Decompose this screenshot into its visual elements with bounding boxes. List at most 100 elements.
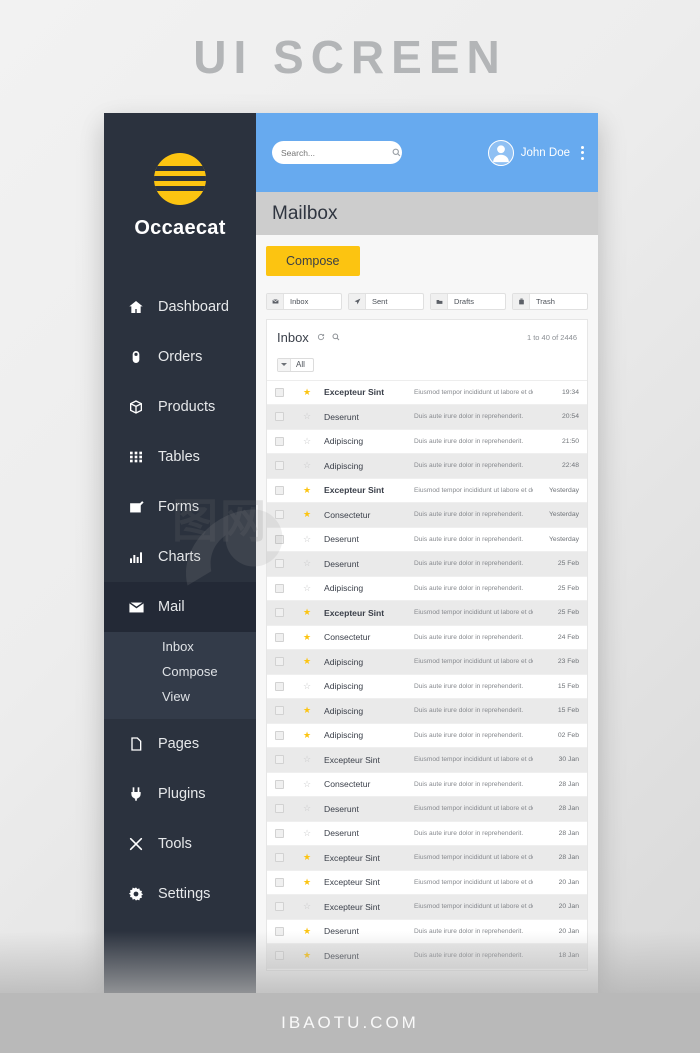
table-row[interactable]: ☆ Deserunt Duis aute irure dolor in repreh… — [267, 821, 587, 846]
row-checkbox[interactable] — [275, 510, 284, 520]
row-checkbox[interactable] — [275, 951, 284, 961]
table-row[interactable]: ☆ Adipiscing Duis aute irure dolor in repr… — [267, 674, 587, 699]
table-row[interactable]: ★Excepteur SintEiusmod tempor incididunt… — [267, 870, 587, 895]
tab-sent[interactable]: Sent — [348, 293, 424, 310]
sidebar-item-tools[interactable]: Tools — [104, 819, 256, 869]
table-row[interactable]: ☆ Deserunt Eiusmod tempor incididunt ut la… — [267, 797, 587, 822]
star-icon[interactable]: ★ — [296, 926, 318, 937]
sidebar-item-settings[interactable]: Settings — [104, 869, 256, 919]
star-icon[interactable]: ★ — [296, 607, 318, 618]
star-icon[interactable]: ★ — [296, 656, 318, 667]
star-icon[interactable]: ☆ — [296, 803, 318, 814]
star-icon[interactable]: ☆ — [296, 754, 318, 765]
table-row[interactable]: ☆ Deserunt Duis aute irure dolor in repreh… — [267, 527, 587, 552]
row-checkbox[interactable] — [275, 853, 284, 863]
star-icon[interactable]: ☆ — [296, 583, 318, 594]
table-row[interactable]: ★Excepteur SintEiusmod tempor incididunt… — [267, 968, 587, 970]
star-icon[interactable]: ★ — [296, 705, 318, 716]
row-checkbox[interactable] — [275, 730, 284, 740]
row-checkbox[interactable] — [275, 632, 284, 642]
star-icon[interactable]: ☆ — [296, 534, 318, 545]
star-icon[interactable]: ☆ — [296, 901, 318, 912]
table-row[interactable]: ☆ Adipiscing Duis aute irure dolor in repr… — [267, 576, 587, 601]
table-row[interactable]: ★ Consectetur Duis aute irure dolor in rep… — [267, 503, 587, 528]
row-checkbox[interactable] — [275, 461, 284, 471]
avatar[interactable] — [487, 139, 514, 166]
star-icon[interactable]: ★ — [296, 485, 318, 496]
submenu-item-inbox[interactable]: Inbox — [104, 634, 256, 659]
filter-all-dropdown[interactable]: All — [277, 357, 314, 372]
star-icon[interactable]: ★ — [296, 387, 318, 398]
row-checkbox[interactable] — [275, 608, 284, 618]
refresh-icon[interactable] — [317, 328, 325, 346]
row-checkbox[interactable] — [275, 436, 284, 446]
table-row[interactable]: ★Excepteur SintEiusmod tempor incididunt… — [267, 478, 587, 503]
star-icon[interactable]: ☆ — [296, 411, 318, 422]
search-icon[interactable] — [332, 328, 340, 346]
star-icon[interactable]: ☆ — [296, 460, 318, 471]
star-icon[interactable]: ★ — [296, 950, 318, 961]
star-icon[interactable]: ★ — [296, 730, 318, 741]
table-row[interactable]: ★ Adipiscing Duis aute irure dolor in repr… — [267, 723, 587, 748]
star-icon[interactable]: ☆ — [296, 558, 318, 569]
table-row[interactable]: ☆ Adipiscing Duis aute irure dolor in repr… — [267, 454, 587, 479]
sidebar-item-tables[interactable]: Tables — [104, 432, 256, 482]
table-row[interactable]: ★ Consectetur Duis aute irure dolor in rep… — [267, 625, 587, 650]
row-checkbox[interactable] — [275, 828, 284, 838]
sidebar-item-products[interactable]: Products — [104, 382, 256, 432]
table-row[interactable]: ☆ Deserunt Duis aute irure dolor in repreh… — [267, 552, 587, 577]
row-checkbox[interactable] — [275, 755, 284, 765]
star-icon[interactable]: ★ — [296, 852, 318, 863]
table-row[interactable]: ★ Adipiscing Duis aute irure dolor in repr… — [267, 699, 587, 724]
compose-button[interactable]: Compose — [266, 246, 360, 276]
table-row[interactable]: ★ Adipiscing Eiusmod tempor incididunt ut … — [267, 650, 587, 675]
star-icon[interactable]: ☆ — [296, 436, 318, 447]
submenu-item-view[interactable]: View — [104, 684, 256, 709]
sidebar-item-dashboard[interactable]: Dashboard — [104, 282, 256, 332]
table-row[interactable]: ★Excepteur SintEiusmod tempor incididunt… — [267, 846, 587, 871]
row-checkbox[interactable] — [275, 657, 284, 667]
sidebar-item-forms[interactable]: Forms — [104, 482, 256, 532]
table-row[interactable]: ★ Deserunt Duis aute irure dolor in repreh… — [267, 919, 587, 944]
row-checkbox[interactable] — [275, 583, 284, 593]
row-checkbox[interactable] — [275, 412, 284, 422]
sidebar-item-plugins[interactable]: Plugins — [104, 769, 256, 819]
star-icon[interactable]: ★ — [296, 877, 318, 888]
row-checkbox[interactable] — [275, 926, 284, 936]
row-checkbox[interactable] — [275, 902, 284, 912]
star-icon[interactable]: ★ — [296, 509, 318, 520]
sidebar-item-orders[interactable]: Orders — [104, 332, 256, 382]
sidebar-item-mail[interactable]: Mail — [104, 582, 256, 632]
sidebar-item-charts[interactable]: Charts — [104, 532, 256, 582]
search-input[interactable] — [281, 147, 392, 158]
submenu-item-compose[interactable]: Compose — [104, 659, 256, 684]
table-row[interactable]: ★Excepteur SintEiusmod tempor incididunt… — [267, 380, 587, 405]
row-checkbox[interactable] — [275, 485, 284, 495]
table-row[interactable]: ★Excepteur SintEiusmod tempor incididunt… — [267, 601, 587, 626]
row-checkbox[interactable] — [275, 804, 284, 814]
tab-trash[interactable]: Trash — [512, 293, 588, 310]
row-checkbox[interactable] — [275, 706, 284, 716]
row-checkbox[interactable] — [275, 559, 284, 569]
table-row[interactable]: ☆ Excepteur Sint Eiusmod tempor incididunt… — [267, 748, 587, 773]
table-row[interactable]: ☆ Consectetur Duis aute irure dolor in rep… — [267, 772, 587, 797]
user-menu[interactable]: John Doe — [487, 139, 584, 166]
table-row[interactable]: ☆ Deserunt Duis aute irure dolor in repreh… — [267, 405, 587, 430]
row-checkbox[interactable] — [275, 681, 284, 691]
row-checkbox[interactable] — [275, 387, 284, 397]
star-icon[interactable]: ★ — [296, 632, 318, 643]
table-row[interactable]: ★ Deserunt Duis aute irure dolor in repreh… — [267, 944, 587, 969]
more-vertical-icon[interactable] — [581, 145, 584, 160]
row-checkbox[interactable] — [275, 779, 284, 789]
sidebar-item-pages[interactable]: Pages — [104, 719, 256, 769]
row-checkbox[interactable] — [275, 534, 284, 544]
star-icon[interactable]: ☆ — [296, 681, 318, 692]
star-icon[interactable]: ☆ — [296, 828, 318, 839]
mail-list[interactable]: ★ Excepteur Sint Eiusmod tempor incididunt… — [267, 379, 587, 970]
table-row[interactable]: ☆ Excepteur Sint Eiusmod tempor incididunt… — [267, 895, 587, 920]
star-icon[interactable]: ☆ — [296, 779, 318, 790]
table-row[interactable]: ☆ Adipiscing Duis aute irure dolor in repr… — [267, 429, 587, 454]
tab-inbox[interactable]: Inbox — [266, 293, 342, 310]
tab-drafts[interactable]: Drafts — [430, 293, 506, 310]
row-checkbox[interactable] — [275, 877, 284, 887]
